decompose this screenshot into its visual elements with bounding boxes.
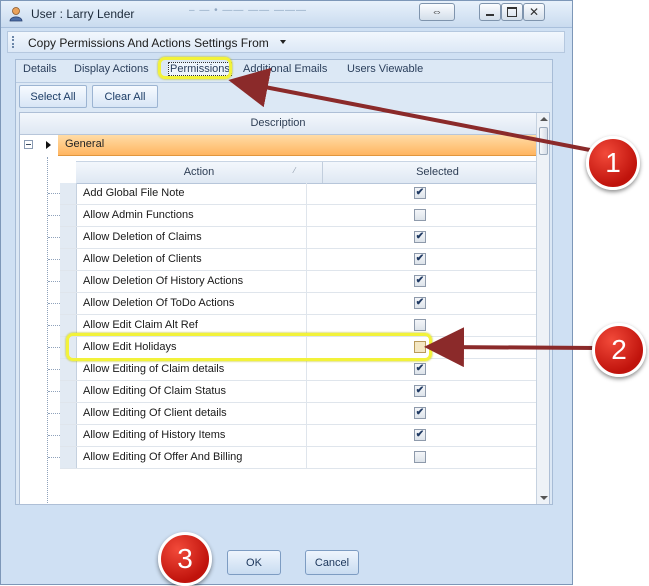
arrow-2	[424, 327, 597, 368]
callout-3: 3	[158, 532, 212, 586]
callout-2: 2	[592, 323, 646, 377]
arrow-1	[228, 67, 591, 152]
annotation-arrows	[228, 67, 597, 368]
callout-1: 1	[586, 136, 640, 190]
